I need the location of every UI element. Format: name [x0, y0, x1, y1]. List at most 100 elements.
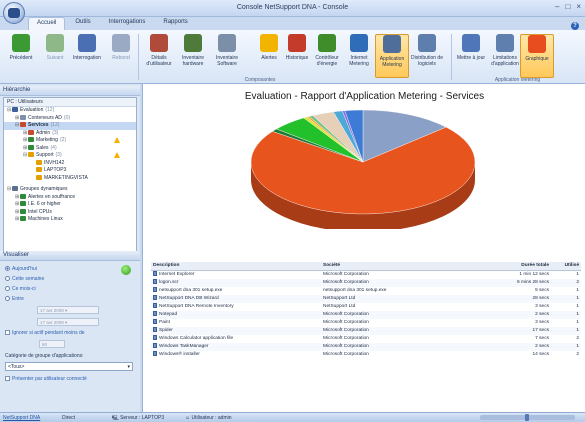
tree-node-label: Support: [36, 152, 54, 158]
cell-used: 1: [576, 303, 579, 309]
checkbox-icon: [5, 330, 10, 336]
table-row[interactable]: Notepad Microsoft Corporation 2 secs 1: [151, 310, 581, 319]
tree-node[interactable]: ⊞ Intel CPUs: [4, 209, 136, 217]
table-row[interactable]: NetSupport DNA DB Wizard NetSupport Ltd 28…: [151, 294, 581, 303]
option-between[interactable]: Entre: [5, 296, 24, 302]
ribbon-button-0[interactable]: Précédent: [4, 34, 38, 78]
ribbon-button-15[interactable]: Graphique: [520, 34, 554, 78]
column-description[interactable]: Description: [151, 262, 321, 271]
cell-description: Spider: [151, 326, 321, 335]
table-row[interactable]: Windows TaskManager Microsoft Corporation…: [151, 342, 581, 351]
group-icon: [36, 167, 42, 173]
ribbon-button-13[interactable]: Mettre à jour: [454, 34, 488, 78]
option-this-week[interactable]: Cette semaine: [5, 276, 44, 282]
tree-node[interactable]: ⊞ Alertes en souffrance: [4, 194, 136, 202]
zoom-slider[interactable]: [480, 414, 575, 421]
ribbon-button-8[interactable]: Historique: [280, 34, 314, 78]
view-header: Visualiser: [0, 251, 140, 261]
tree-node[interactable]: ⊞ Machines Linux: [4, 216, 136, 224]
zoom-slider-handle[interactable]: [525, 414, 529, 421]
tree-node[interactable]: ⊟ Groupes dynamiques: [4, 186, 136, 194]
ribbon-button-10[interactable]: Internet Metering: [342, 34, 376, 78]
report-area: Evaluation - Rapport d'Application Meter…: [142, 84, 585, 412]
close-button[interactable]: ×: [576, 2, 581, 11]
tree-node[interactable]: ⊞ Admin (3): [4, 130, 136, 138]
maximize-button[interactable]: □: [565, 2, 570, 11]
software-inventory-icon: [218, 34, 236, 52]
group-icon: [20, 193, 26, 199]
ignore-seconds-field[interactable]: 60: [39, 340, 65, 348]
tree-node[interactable]: ⊞ Conteneurs AD (0): [4, 115, 136, 123]
calendar-icon: [288, 34, 306, 52]
tree-node[interactable]: LAPTOP3: [4, 167, 136, 175]
column-total-duration[interactable]: Durée totale: [471, 262, 551, 271]
report-title: Evaluation - Rapport d'Application Meter…: [244, 91, 485, 102]
ribbon-button-3[interactable]: Rebond: [104, 34, 138, 78]
tab-interrogations[interactable]: Interrogations: [101, 17, 154, 30]
tree-node[interactable]: ⊞ Marketing (2): [4, 137, 136, 145]
tree-node[interactable]: MARKETINGVISTA: [4, 175, 136, 183]
cell-description: Windows TaskManager: [151, 342, 321, 351]
ribbon-button-label: Limitations d'application: [491, 55, 519, 67]
category-select[interactable]: <Tous> ▾: [5, 362, 133, 371]
per-user-checkbox[interactable]: Présenter par utilisateur connecté: [5, 376, 87, 382]
query-icon: [78, 34, 96, 52]
hierarchy-tree[interactable]: PC : Utilisateurs ⊟ Evaluation (12) ⊞ Conten…: [3, 97, 137, 252]
tab-outils[interactable]: Outils: [67, 17, 98, 30]
radio-icon: [5, 266, 10, 272]
cell-total-duration: 5 secs: [535, 287, 549, 293]
table-row[interactable]: NetSupport DNA Remote Inventory NetSuppor…: [151, 302, 581, 311]
tree-node[interactable]: ⊞ I.E. 6 or higher: [4, 201, 136, 209]
cell-description: Windows® installer: [151, 350, 321, 359]
tree-node[interactable]: ⊟ Services (12): [4, 122, 136, 130]
column-company[interactable]: Société: [321, 262, 471, 271]
table-row[interactable]: Paint Microsoft Corporation 3 secs 1: [151, 318, 581, 327]
tree-node-count: (12): [45, 107, 55, 113]
netsupport-logo-icon: [8, 8, 20, 18]
ribbon-button-1[interactable]: Suivant: [38, 34, 72, 78]
tree-node-count: (0): [63, 114, 71, 121]
option-this-month[interactable]: Ce mois-ci: [5, 286, 36, 292]
minimize-button[interactable]: –: [555, 2, 559, 11]
ribbon-button-4[interactable]: Détails d'utilisateur: [142, 34, 176, 78]
table-row[interactable]: Spider Microsoft Corporation 17 secs 1: [151, 326, 581, 335]
ignore-checkbox[interactable]: Ignorer si actif pendant moins de: [5, 330, 85, 336]
radio-icon: [5, 286, 10, 292]
ribbon-button-14[interactable]: Limitations d'application: [488, 34, 522, 78]
application-button[interactable]: [3, 2, 25, 24]
tab-rapports[interactable]: Rapports: [155, 17, 195, 30]
table-row[interactable]: logon.scr Microsoft Corporation 6 mins 28 …: [151, 278, 581, 287]
application-metering-icon: [383, 35, 401, 53]
table-row[interactable]: netsupport dna 301 setup.exe netsupport d…: [151, 286, 581, 295]
cell-company: Microsoft Corporation: [323, 335, 369, 341]
tree-node[interactable]: ⊟ Support (3): [4, 152, 136, 160]
view-filter: Aujourd'hui Cette semaine Ce mois-ci Ent…: [3, 263, 137, 403]
ribbon: Composantes Application Metering Précéde…: [0, 30, 585, 84]
ribbon-button-label: Application Metering: [379, 56, 405, 68]
tree-node[interactable]: ⊟ Evaluation (12): [4, 107, 136, 115]
option-today[interactable]: Aujourd'hui: [5, 266, 37, 272]
table-row[interactable]: Windows® installer Microsoft Corporation 1…: [151, 350, 581, 359]
status-product[interactable]: NetSupport DNA: [3, 415, 40, 421]
tree-node-count: (4): [50, 144, 57, 151]
ribbon-button-5[interactable]: Inventaire hardware: [176, 34, 210, 78]
refresh-report-button[interactable]: [121, 265, 131, 275]
column-used[interactable]: Utilisé: [551, 262, 581, 271]
help-icon[interactable]: ?: [571, 22, 579, 30]
ribbon-button-9[interactable]: Contrôleur d'énergie: [310, 34, 344, 78]
ribbon-button-label: Mettre à jour: [456, 55, 486, 61]
date-to-field[interactable]: 17 avr 2009 ▾: [37, 318, 99, 326]
tree-node[interactable]: ⊞ Sales (4): [4, 145, 136, 153]
ribbon-button-2[interactable]: Interrogation: [70, 34, 104, 78]
cell-description: Paint: [151, 318, 321, 327]
tree-node[interactable]: INVH142: [4, 160, 136, 168]
ribbon-button-12[interactable]: Distribution de logiciels: [410, 34, 444, 78]
ribbon-button-11[interactable]: Application Metering: [375, 34, 409, 78]
cell-used: 1: [551, 326, 581, 335]
cell-description: Notepad: [151, 310, 321, 319]
tab-accueil[interactable]: Accueil: [28, 17, 66, 30]
table-row[interactable]: Internet Explorer Microsoft Corporation 1 …: [151, 270, 581, 279]
table-row[interactable]: Windows Calculator application file Micro…: [151, 334, 581, 343]
date-from-field[interactable]: 17 avr 2009 ▾: [37, 306, 99, 314]
ribbon-button-6[interactable]: Inventaire Software: [210, 34, 244, 78]
